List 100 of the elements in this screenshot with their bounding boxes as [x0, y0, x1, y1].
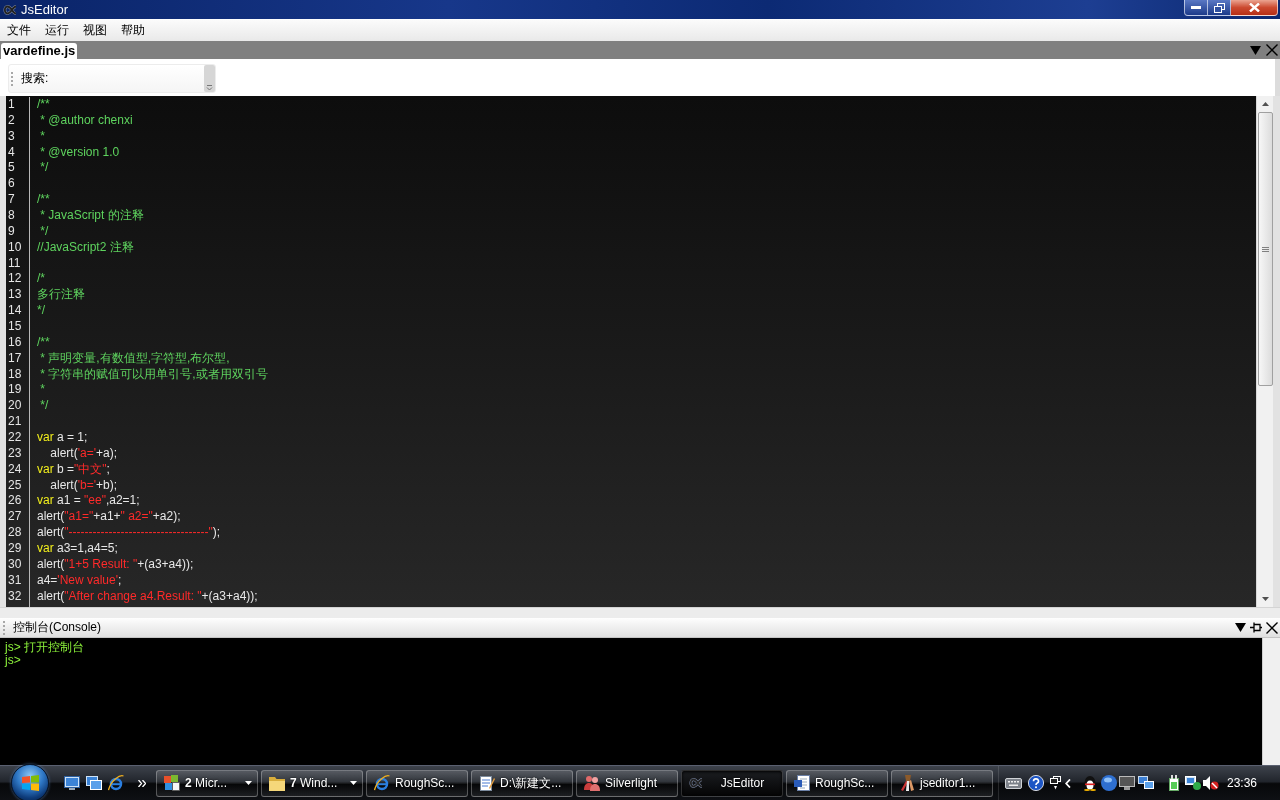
code-line: alert('a='+a); — [49, 445, 117, 462]
grip-lines-icon — [1261, 246, 1269, 252]
close-button[interactable] — [1231, 0, 1278, 16]
restore-button[interactable] — [1208, 0, 1231, 16]
line-number: 20 — [8, 398, 22, 415]
line-number: 31 — [8, 572, 22, 589]
code-line: /** — [37, 97, 50, 113]
code-line: 多行注释 — [37, 287, 85, 304]
menu-item[interactable]: 帮助 — [114, 20, 152, 41]
code-line: var b ="中文"; — [37, 461, 110, 478]
window-title: JsEditor — [21, 2, 68, 17]
browser-icon — [374, 775, 390, 791]
code-line: * @author chenxi — [39, 112, 133, 129]
code-line: alert("a1="+a1+" a2="+a2); — [37, 509, 181, 526]
start-button[interactable] — [11, 763, 49, 800]
notepad-icon — [479, 775, 495, 791]
code-line: */ — [39, 160, 49, 177]
code-line: * 字符串的赋值可以用单引号,或者用双引号 — [39, 366, 268, 383]
windows-icon[interactable] — [1050, 776, 1061, 790]
line-number: 8 — [8, 208, 15, 224]
line-number: 6 — [8, 176, 15, 193]
document-icon — [794, 775, 810, 791]
close-icon — [1248, 3, 1260, 12]
scrollbar-thumb[interactable] — [1257, 112, 1273, 386]
code-line: * 声明变量,有数值型,字符型,布尔型, — [39, 350, 230, 367]
menu-item[interactable]: 视图 — [76, 20, 114, 41]
plug-icon[interactable] — [1167, 775, 1181, 791]
network-icon[interactable] — [1138, 776, 1154, 790]
line-number: 26 — [8, 493, 22, 510]
pin-icon[interactable] — [1250, 622, 1262, 633]
panel-title: 控制台(Console) — [13, 619, 102, 636]
restore-icon — [1213, 2, 1225, 13]
penguin-icon[interactable] — [1083, 775, 1097, 791]
brushes-icon — [899, 775, 915, 791]
code-line: /* — [37, 271, 45, 288]
line-number: 23 — [8, 445, 22, 462]
overflow-handle-icon[interactable] — [204, 65, 215, 92]
code-line: alert("-----------------------------------"); — [37, 525, 221, 542]
line-number: 15 — [8, 319, 22, 335]
arrow-up-icon[interactable] — [1261, 102, 1269, 106]
menu-item[interactable]: 运行 — [38, 20, 76, 41]
code-line: alert("After change a4.Result: "+(a3+a4)); — [37, 588, 258, 605]
keyboard-icon[interactable] — [1005, 777, 1022, 789]
taskbar-button[interactable]: jseditor1... — [891, 769, 993, 797]
line-number: 17 — [8, 350, 22, 367]
taskbar-button[interactable]: 7 Wind... — [261, 769, 363, 797]
sphere-icon[interactable] — [1101, 775, 1117, 791]
monitor-icon[interactable] — [1119, 776, 1135, 790]
chevron-double-right-icon[interactable] — [138, 779, 146, 787]
code-line: */ — [39, 223, 49, 240]
speaker-muted-icon[interactable] — [1203, 776, 1219, 790]
line-number: 5 — [8, 160, 15, 177]
line-number: 18 — [8, 366, 22, 383]
taskbar-button[interactable]: 2 Micr... — [156, 769, 258, 797]
line-number: 2 — [8, 112, 15, 129]
code-line: */ — [37, 303, 45, 320]
code-line: * — [39, 382, 45, 399]
console-line: js> — [5, 654, 21, 667]
line-number: 24 — [8, 461, 22, 478]
line-number: 4 — [8, 144, 15, 161]
editor-tab[interactable]: vardefine.js — [1, 43, 78, 59]
logo-icon — [3, 4, 17, 15]
line-number: 12 — [8, 271, 22, 288]
code-line: alert("1+5 Result: "+(a3+a4)); — [37, 556, 194, 573]
taskbar-button[interactable]: RoughSc... — [366, 769, 468, 797]
taskbar-button[interactable]: Silverlight — [576, 769, 678, 797]
network-icon[interactable] — [1185, 776, 1201, 790]
minimize-button[interactable] — [1184, 0, 1208, 16]
menu-item[interactable]: 文件 — [0, 20, 38, 41]
search-label: 搜索: — [21, 70, 49, 87]
show-desktop-icon[interactable] — [64, 776, 80, 790]
clock: 23:36 — [1227, 776, 1258, 790]
code-line: var a = 1; — [37, 430, 88, 446]
code-line: alert('b='+b); — [49, 477, 117, 494]
folder-icon — [269, 775, 285, 791]
code-line: var a3=1,a4=5; — [37, 541, 118, 557]
browser-icon[interactable] — [108, 775, 124, 791]
help-icon[interactable] — [1028, 775, 1044, 791]
code-line: /** — [37, 334, 50, 351]
office-icon — [164, 775, 180, 791]
code-line: * JavaScript 的注释 — [39, 208, 144, 224]
line-number: 28 — [8, 525, 22, 542]
taskbar-button[interactable]: RoughSc... — [786, 769, 888, 797]
code-line: */ — [39, 398, 49, 415]
chevron-left-icon[interactable] — [1065, 778, 1071, 788]
triangle-down-icon[interactable] — [1235, 623, 1246, 632]
taskbar-button[interactable]: D:\新建文... — [471, 769, 573, 797]
arrow-down-icon[interactable] — [1261, 597, 1269, 601]
line-number: 7 — [8, 192, 15, 208]
logo-icon — [689, 778, 703, 788]
line-number: 22 — [8, 430, 22, 446]
close-icon[interactable] — [1266, 621, 1278, 634]
taskbar-button[interactable]: JsEditor — [681, 769, 783, 797]
switch-windows-icon[interactable] — [86, 776, 102, 790]
line-number: 21 — [8, 414, 22, 431]
code-line: a4='New value'; — [37, 572, 122, 589]
line-number: 13 — [8, 287, 22, 304]
code-line: * @version 1.0 — [39, 144, 120, 161]
line-number: 10 — [8, 239, 22, 256]
line-number: 32 — [8, 588, 22, 605]
